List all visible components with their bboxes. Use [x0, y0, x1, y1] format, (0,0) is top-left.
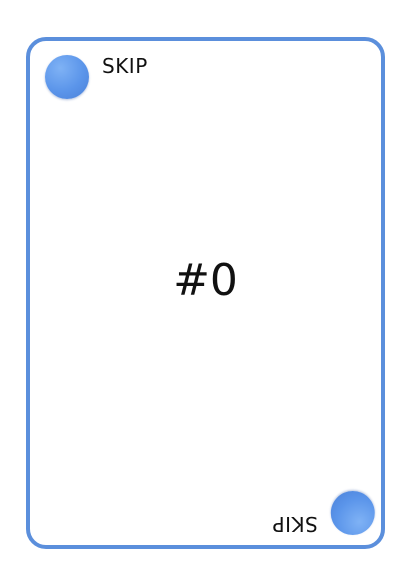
blue-circle-icon: [331, 491, 375, 535]
card-corner-top-left: SKIP: [45, 55, 148, 99]
blue-circle-icon: [45, 55, 89, 99]
card-type-label-inverted: SKIP: [272, 512, 318, 536]
card-type-label: SKIP: [102, 54, 148, 78]
card-corner-bottom-right: SKIP: [272, 491, 375, 536]
card-number: #0: [173, 255, 238, 306]
skip-card[interactable]: SKIP #0 SKIP: [26, 37, 385, 549]
